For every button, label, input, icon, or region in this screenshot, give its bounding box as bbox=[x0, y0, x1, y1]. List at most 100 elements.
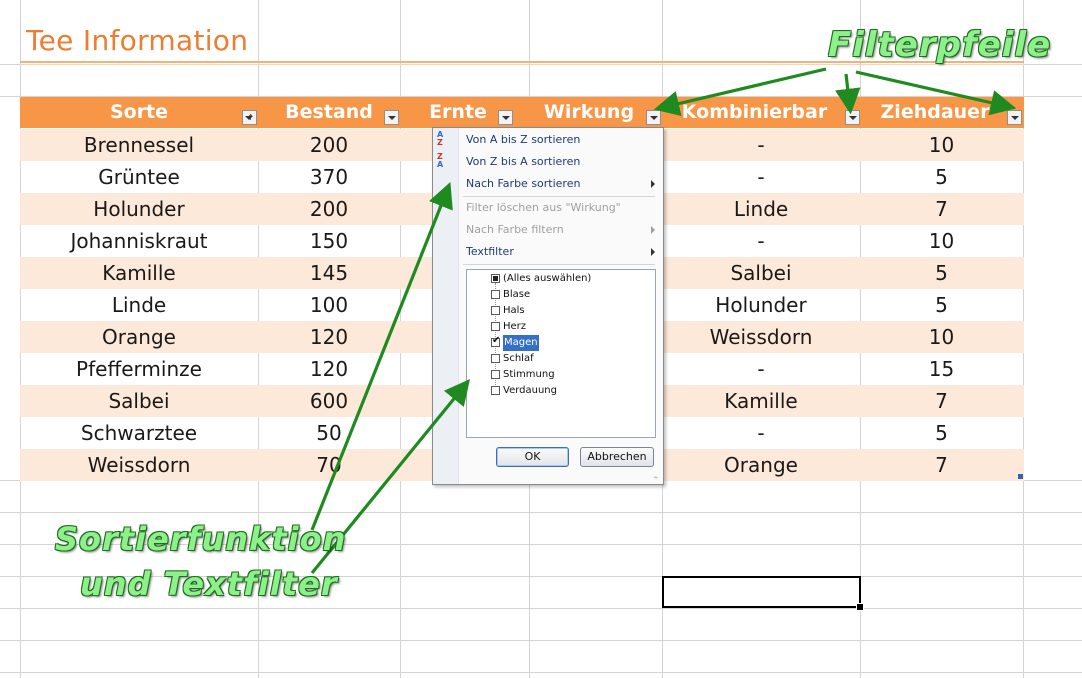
cell-sorte[interactable]: Orange bbox=[20, 321, 258, 353]
filter-list-item[interactable]: Stimmung bbox=[467, 367, 653, 383]
cell-ziehdauer[interactable]: 15 bbox=[860, 353, 1023, 385]
filter-list-item[interactable]: Hals bbox=[467, 303, 653, 319]
fill-handle[interactable] bbox=[856, 603, 864, 611]
cell-ziehdauer[interactable]: 10 bbox=[860, 225, 1023, 257]
cell-bestand[interactable]: 200 bbox=[258, 129, 400, 161]
sort-z-to-a-icon: ZA bbox=[437, 152, 444, 169]
cell-ziehdauer[interactable]: 10 bbox=[860, 321, 1023, 353]
filter-checkbox[interactable] bbox=[491, 290, 500, 299]
gridline bbox=[0, 608, 1082, 609]
cell-kombinierbar[interactable]: - bbox=[662, 129, 860, 161]
filter-item-label: Herz bbox=[503, 321, 527, 332]
sort-ascending-icon: ↑ bbox=[247, 113, 254, 122]
filter-item-label: Stimmung bbox=[503, 369, 555, 380]
menu-clear-filter[interactable]: Filter löschen aus "Wirkung" bbox=[466, 198, 656, 218]
cell-sorte[interactable]: Schwarztee bbox=[20, 417, 258, 449]
filter-list-item[interactable]: Blase bbox=[467, 287, 653, 303]
cell-ziehdauer[interactable]: 5 bbox=[860, 161, 1023, 193]
autofilter-menu: AZ Von A bis Z sortieren ZA Von Z bis A … bbox=[432, 127, 664, 485]
cell-ziehdauer[interactable]: 7 bbox=[860, 385, 1023, 417]
filter-dropdown-sorte[interactable]: ↑ bbox=[242, 110, 257, 125]
cell-kombinierbar[interactable]: Weissdorn bbox=[662, 321, 860, 353]
filter-list-item[interactable]: (Alles auswählen) bbox=[467, 271, 653, 287]
cell-kombinierbar[interactable]: - bbox=[662, 417, 860, 449]
table-resize-handle[interactable] bbox=[1018, 474, 1023, 479]
submenu-arrow-icon bbox=[651, 248, 655, 256]
cell-ziehdauer[interactable]: 7 bbox=[860, 193, 1023, 225]
cell-bestand[interactable]: 200 bbox=[258, 193, 400, 225]
cell-sorte[interactable]: Weissdorn bbox=[20, 449, 258, 481]
cell-ziehdauer[interactable]: 10 bbox=[860, 129, 1023, 161]
filter-checkbox[interactable] bbox=[491, 354, 500, 363]
cell-bestand[interactable]: 150 bbox=[258, 225, 400, 257]
cell-ziehdauer[interactable]: 5 bbox=[860, 289, 1023, 321]
menu-sort-za[interactable]: Von Z bis A sortieren bbox=[466, 152, 656, 172]
cell-sorte[interactable]: Pfefferminze bbox=[20, 353, 258, 385]
sheet-title[interactable]: Tee Information bbox=[26, 24, 248, 57]
filter-list-item[interactable]: Verdauung bbox=[467, 383, 653, 399]
filter-item-label: Schlaf bbox=[503, 353, 534, 364]
filter-dropdown-bestand[interactable] bbox=[384, 110, 399, 125]
filter-value-list[interactable]: (Alles auswählen) Blase Hals Herz Magen Schla… bbox=[466, 269, 656, 438]
cancel-button[interactable]: Abbrechen bbox=[580, 447, 654, 467]
cell-bestand[interactable]: 120 bbox=[258, 353, 400, 385]
header-ziehdauer[interactable]: Ziehdauer bbox=[860, 97, 1010, 128]
clear-filter-icon: ✗ bbox=[437, 197, 448, 211]
cell-ziehdauer[interactable]: 5 bbox=[860, 417, 1023, 449]
cell-bestand[interactable]: 50 bbox=[258, 417, 400, 449]
cell-sorte[interactable]: Johanniskraut bbox=[20, 225, 258, 257]
cell-kombinierbar[interactable]: Kamille bbox=[662, 385, 860, 417]
filter-checkbox[interactable] bbox=[491, 386, 500, 395]
cell-ziehdauer[interactable]: 7 bbox=[860, 449, 1023, 481]
header-wirkung[interactable]: Wirkung bbox=[529, 97, 649, 128]
filter-item-label: Verdauung bbox=[503, 385, 557, 396]
filter-dropdown-kombinierbar[interactable] bbox=[845, 110, 860, 125]
filter-dropdown-ziehdauer[interactable] bbox=[1007, 110, 1022, 125]
cell-bestand[interactable]: 600 bbox=[258, 385, 400, 417]
cell-sorte[interactable]: Holunder bbox=[20, 193, 258, 225]
filter-list-item[interactable]: Schlaf bbox=[467, 351, 653, 367]
filter-checkbox[interactable] bbox=[491, 274, 500, 283]
cell-kombinierbar[interactable]: Linde bbox=[662, 193, 860, 225]
header-sorte[interactable]: Sorte bbox=[20, 97, 258, 128]
filter-list-item[interactable]: Herz bbox=[467, 319, 653, 335]
cell-kombinierbar[interactable]: Holunder bbox=[662, 289, 860, 321]
filter-checkbox[interactable] bbox=[491, 306, 500, 315]
cell-sorte[interactable]: Linde bbox=[20, 289, 258, 321]
ok-button[interactable]: OK bbox=[496, 447, 569, 467]
cell-sorte[interactable]: Kamille bbox=[20, 257, 258, 289]
filter-checkbox[interactable] bbox=[491, 370, 500, 379]
filter-dropdown-ernte[interactable] bbox=[498, 110, 513, 125]
cell-sorte[interactable]: Grüntee bbox=[20, 161, 258, 193]
menu-separator bbox=[463, 264, 655, 265]
cell-kombinierbar[interactable]: Orange bbox=[662, 449, 860, 481]
header-bestand[interactable]: Bestand bbox=[258, 97, 400, 128]
cell-bestand[interactable]: 70 bbox=[258, 449, 400, 481]
cell-bestand[interactable]: 370 bbox=[258, 161, 400, 193]
active-cell-selection[interactable] bbox=[662, 576, 861, 608]
filter-dropdown-wirkung[interactable] bbox=[646, 110, 661, 125]
filter-item-label: Magen bbox=[503, 335, 539, 351]
resize-grip-icon[interactable]: ∸ bbox=[653, 474, 661, 482]
cell-bestand[interactable]: 120 bbox=[258, 321, 400, 353]
cell-sorte[interactable]: Brennessel bbox=[20, 129, 258, 161]
filter-checkbox[interactable] bbox=[491, 322, 500, 331]
submenu-arrow-icon bbox=[651, 180, 655, 188]
menu-icon-gutter bbox=[433, 128, 459, 484]
cell-kombinierbar[interactable]: - bbox=[662, 225, 860, 257]
menu-filter-by-color[interactable]: Nach Farbe filtern bbox=[466, 220, 656, 240]
spreadsheet[interactable]: Tee Information Sorte Bestand Ernte Wirk… bbox=[0, 0, 1082, 678]
menu-sort-by-color[interactable]: Nach Farbe sortieren bbox=[466, 174, 656, 194]
cell-ziehdauer[interactable]: 5 bbox=[860, 257, 1023, 289]
header-kombinierbar[interactable]: Kombinierbar bbox=[662, 97, 847, 128]
cell-sorte[interactable]: Salbei bbox=[20, 385, 258, 417]
menu-text-filter[interactable]: Textfilter bbox=[466, 242, 656, 262]
cell-kombinierbar[interactable]: - bbox=[662, 353, 860, 385]
cell-kombinierbar[interactable]: Salbei bbox=[662, 257, 860, 289]
filter-checkbox[interactable] bbox=[491, 335, 500, 347]
filter-list-item[interactable]: Magen bbox=[467, 335, 653, 351]
menu-sort-az[interactable]: Von A bis Z sortieren bbox=[466, 130, 656, 150]
cell-kombinierbar[interactable]: - bbox=[662, 161, 860, 193]
cell-bestand[interactable]: 100 bbox=[258, 289, 400, 321]
cell-bestand[interactable]: 145 bbox=[258, 257, 400, 289]
